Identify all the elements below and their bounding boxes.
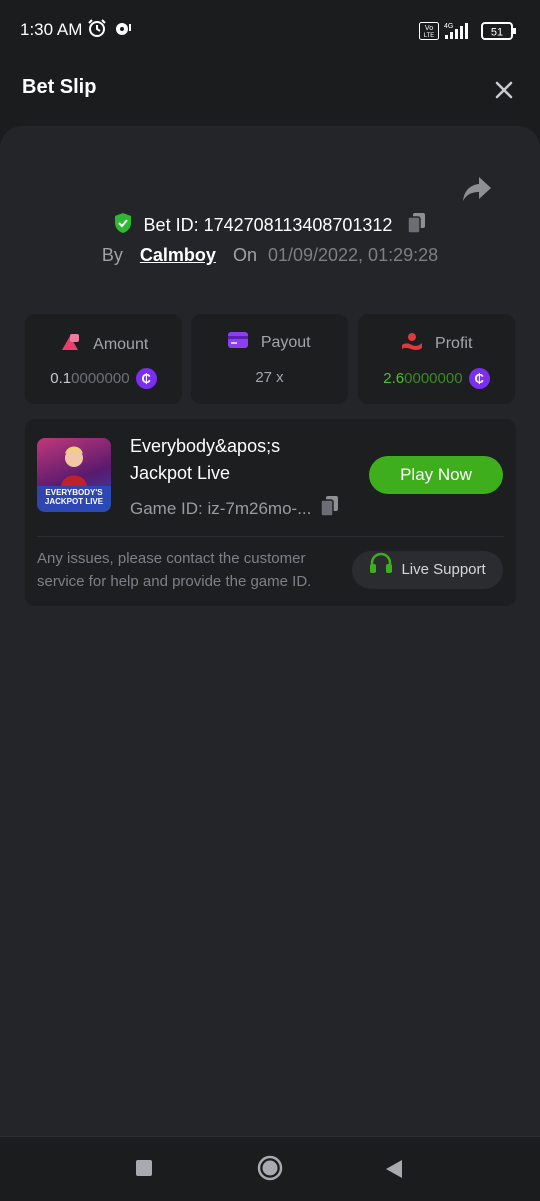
amount-value: 0.1 <box>50 370 72 387</box>
profit-value: 2.6 <box>383 370 405 387</box>
profit-card: Profit 2.60000000 ₵ <box>358 314 515 404</box>
coin-icon: ₵ <box>468 368 490 389</box>
bet-id-row: Bet ID: 1742708113408701312 <box>0 212 540 239</box>
profit-label: Profit <box>435 334 473 352</box>
triangle-back-icon <box>386 1160 402 1178</box>
headset-icon <box>369 551 393 589</box>
game-thumbnail-text: EVERYBODY'S JACKPOT LIVE <box>44 488 104 506</box>
volte-icon: Vo LTE <box>419 22 439 45</box>
signal-icon: 4G <box>442 20 476 45</box>
live-support-label: Live Support <box>401 561 486 579</box>
header: Bet Slip <box>0 52 540 126</box>
battery-level: 51 <box>491 27 503 39</box>
payout-value: 27 x <box>255 368 284 386</box>
on-label: On <box>232 245 257 265</box>
user-link[interactable]: Calmboy <box>140 245 216 265</box>
svg-text:4G: 4G <box>444 23 453 30</box>
circle-icon <box>257 1155 283 1181</box>
system-nav-bar <box>0 1136 540 1201</box>
play-now-button[interactable]: Play Now <box>369 456 503 494</box>
divider <box>37 536 504 537</box>
amount-value-decimals: 0000000 <box>71 370 130 387</box>
coin-icon: ₵ <box>135 368 157 389</box>
game-name: Everybody&apos;s Jackpot Live <box>130 436 281 483</box>
game-id: Game ID: iz-7m26mo-... <box>130 498 312 518</box>
copy-icon <box>320 496 339 517</box>
copy-game-id-button[interactable] <box>320 495 340 522</box>
svg-text:Vo: Vo <box>425 25 433 32</box>
share-icon <box>463 177 491 201</box>
payout-icon <box>228 332 249 353</box>
close-button[interactable] <box>490 76 518 104</box>
bet-id: Bet ID: 1742708113408701312 <box>143 215 393 235</box>
support-message: Any issues, please contact the customer … <box>37 550 312 590</box>
bet-slip-panel <box>0 126 540 1136</box>
square-icon <box>136 1160 152 1176</box>
status-bar: 1:30 AM Vo LTE 4G 51 <box>0 0 540 52</box>
game-card: EVERYBODY'S JACKPOT LIVE Everybody&apos;… <box>25 419 516 606</box>
copy-icon <box>407 213 426 234</box>
page-title: Bet Slip <box>22 76 97 98</box>
payout-label: Payout <box>260 333 311 351</box>
recents-button[interactable] <box>135 1159 153 1182</box>
back-button[interactable] <box>385 1159 403 1184</box>
alarm-icon <box>87 18 107 43</box>
bet-datetime: 01/09/2022, 01:29:28 <box>267 245 439 265</box>
shield-check-icon <box>113 212 133 239</box>
battery-icon: 51 <box>481 22 517 45</box>
notification-app-icon <box>114 18 132 43</box>
amount-card: Amount 0.10000000 ₵ <box>25 314 182 404</box>
profit-icon <box>401 332 423 355</box>
amount-label: Amount <box>93 335 149 353</box>
status-time: 1:30 AM <box>20 20 83 39</box>
amount-icon <box>59 332 81 357</box>
home-button[interactable] <box>257 1155 283 1186</box>
copy-bet-id-button[interactable] <box>407 212 427 239</box>
payout-card: Payout 27 x <box>191 314 348 404</box>
game-thumbnail[interactable]: EVERYBODY'S JACKPOT LIVE <box>37 438 111 512</box>
live-support-button[interactable]: Live Support <box>352 551 503 589</box>
profit-value-decimals: 0000000 <box>404 370 463 387</box>
svg-text:LTE: LTE <box>424 33 435 39</box>
close-icon <box>495 81 513 99</box>
by-label: By <box>101 245 123 265</box>
bet-meta-row: By Calmboy On 01/09/2022, 01:29:28 <box>0 245 540 266</box>
share-button[interactable] <box>460 174 494 204</box>
